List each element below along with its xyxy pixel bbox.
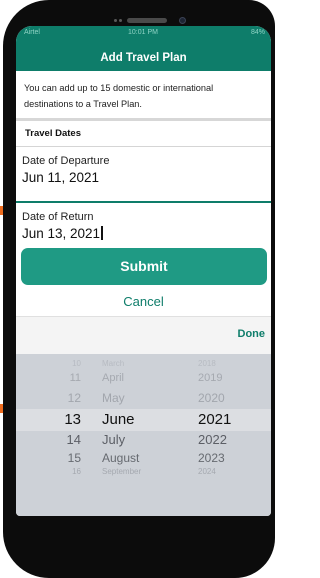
picker-row: 11 April 2019: [16, 372, 271, 390]
cancel-button[interactable]: Cancel: [16, 294, 271, 309]
speaker-grille: [127, 18, 167, 23]
section-heading: Travel Dates: [25, 128, 81, 139]
picker-row-selected: 13 June 2021: [16, 411, 271, 429]
picker-year-selected[interactable]: 2021: [198, 411, 231, 428]
picker-year[interactable]: 2023: [198, 451, 225, 465]
picker-month[interactable]: April: [102, 372, 124, 384]
picker-day[interactable]: 16: [61, 467, 81, 476]
return-date-field[interactable]: Jun 13, 2021: [22, 226, 103, 241]
heading-divider: [16, 146, 271, 147]
picker-row: 14 July 2022: [16, 432, 271, 450]
return-date-value: Jun 13, 2021: [22, 226, 101, 241]
picker-row: 12 May 2020: [16, 391, 271, 409]
navigation-bar: Airtel 10:01 PM 84% Add Travel Plan: [16, 26, 271, 71]
picker-day[interactable]: 15: [61, 451, 81, 465]
picker-year[interactable]: 2024: [198, 467, 216, 476]
picker-year[interactable]: 2018: [198, 359, 216, 368]
picker-row: 16 September 2024: [16, 467, 271, 485]
section-divider: [16, 118, 271, 121]
submit-button[interactable]: Submit: [21, 248, 267, 285]
text-cursor: [101, 226, 103, 240]
app-screen: Airtel 10:01 PM 84% Add Travel Plan You …: [16, 26, 271, 516]
status-bar: Airtel 10:01 PM 84%: [16, 26, 271, 40]
picker-month[interactable]: May: [102, 391, 125, 405]
picker-month[interactable]: September: [102, 467, 141, 476]
picker-day[interactable]: 11: [61, 372, 81, 384]
picker-toolbar: Done: [16, 316, 271, 354]
carrier-label: Airtel: [24, 29, 40, 36]
front-camera: [179, 17, 186, 24]
picker-month-selected[interactable]: June: [102, 411, 135, 428]
battery-level: 84%: [250, 29, 265, 36]
picker-month[interactable]: August: [102, 451, 139, 465]
picker-month[interactable]: July: [102, 432, 125, 447]
page-title: Add Travel Plan: [100, 52, 187, 64]
picker-day-selected[interactable]: 13: [61, 411, 81, 428]
departure-date-label: Date of Departure: [22, 155, 110, 167]
picker-month[interactable]: March: [102, 359, 124, 368]
departure-date-field[interactable]: Jun 11, 2021: [22, 170, 99, 185]
return-date-label: Date of Return: [22, 211, 94, 223]
picker-year[interactable]: 2020: [198, 391, 225, 405]
picker-year[interactable]: 2022: [198, 432, 227, 447]
departure-field-underline: [16, 201, 271, 203]
picker-day[interactable]: 12: [61, 391, 81, 405]
info-message: You can add up to 15 domestic or interna…: [24, 83, 214, 109]
picker-day[interactable]: 14: [61, 432, 81, 447]
picker-day[interactable]: 10: [61, 359, 81, 368]
date-picker-wheel[interactable]: 10 March 2018 11 April 2019 12 May 2020 …: [16, 354, 271, 516]
phone-frame: Airtel 10:01 PM 84% Add Travel Plan You …: [3, 0, 275, 578]
done-button[interactable]: Done: [238, 328, 266, 340]
sensor-dots: [114, 19, 122, 23]
status-time: 10:01 PM: [128, 29, 158, 36]
picker-year[interactable]: 2019: [198, 372, 222, 384]
